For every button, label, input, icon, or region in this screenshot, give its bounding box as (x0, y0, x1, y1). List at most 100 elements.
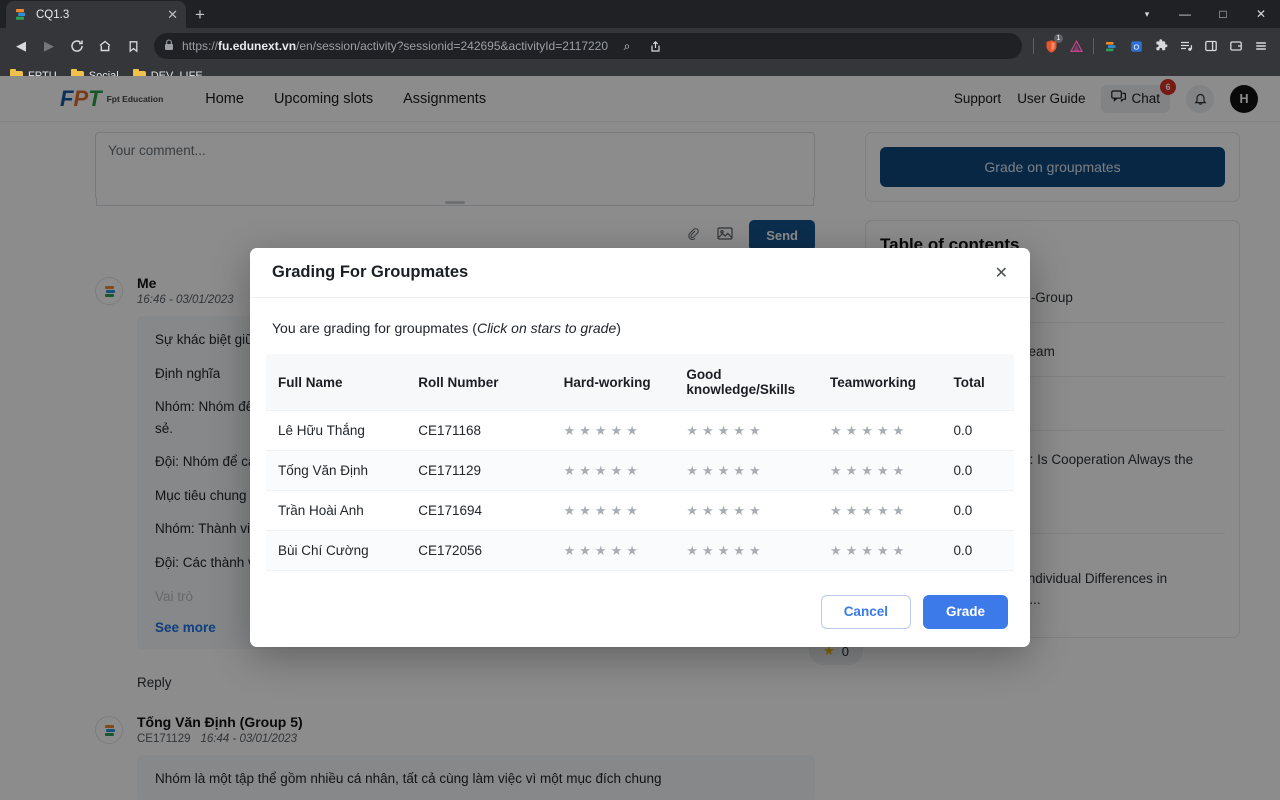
brave-triangle-icon[interactable] (1065, 35, 1087, 57)
star-icon[interactable]: ★ (749, 544, 761, 557)
star-icon[interactable]: ★ (846, 424, 858, 437)
home-button[interactable] (92, 33, 118, 59)
star-icon[interactable]: ★ (830, 544, 842, 557)
star-rating[interactable]: ★★★★★ (564, 544, 671, 557)
star-icon[interactable]: ★ (718, 464, 730, 477)
star-rating[interactable]: ★★★★★ (686, 504, 814, 517)
star-icon[interactable]: ★ (686, 424, 698, 437)
cell-teamworking[interactable]: ★★★★★ (822, 491, 945, 531)
window-chevron-icon[interactable]: ▾ (1128, 0, 1166, 28)
edunext-ext-icon[interactable] (1100, 35, 1122, 57)
brave-shield-icon[interactable]: 1 (1040, 35, 1062, 57)
cell-teamworking[interactable]: ★★★★★ (822, 451, 945, 491)
bookmark-manager-icon[interactable] (120, 33, 146, 59)
cell-hard-working[interactable]: ★★★★★ (556, 531, 679, 571)
star-icon[interactable]: ★ (626, 504, 638, 517)
cell-good-knowledge[interactable]: ★★★★★ (678, 531, 822, 571)
forward-button[interactable]: ▶ (36, 33, 62, 59)
star-icon[interactable]: ★ (702, 464, 714, 477)
star-icon[interactable]: ★ (749, 504, 761, 517)
star-rating[interactable]: ★★★★★ (564, 464, 671, 477)
star-rating[interactable]: ★★★★★ (830, 544, 937, 557)
star-icon[interactable]: ★ (749, 464, 761, 477)
star-icon[interactable]: ★ (861, 464, 873, 477)
star-icon[interactable]: ★ (626, 464, 638, 477)
star-icon[interactable]: ★ (861, 544, 873, 557)
office-ext-icon[interactable]: O (1125, 35, 1147, 57)
window-close-button[interactable]: ✕ (1242, 0, 1280, 28)
star-icon[interactable]: ★ (718, 544, 730, 557)
star-icon[interactable]: ★ (595, 504, 607, 517)
browser-tab[interactable]: CQ1.3 ✕ (6, 1, 186, 28)
share-icon[interactable] (644, 35, 666, 57)
star-icon[interactable]: ★ (733, 504, 745, 517)
cell-teamworking[interactable]: ★★★★★ (822, 411, 945, 451)
puzzle-icon[interactable] (1150, 35, 1172, 57)
zoom-icon[interactable]: ⌕ (616, 35, 638, 57)
window-maximize-button[interactable]: □ (1204, 0, 1242, 28)
star-icon[interactable]: ★ (877, 464, 889, 477)
star-icon[interactable]: ★ (749, 424, 761, 437)
reload-button[interactable] (64, 33, 90, 59)
star-icon[interactable]: ★ (564, 464, 576, 477)
back-button[interactable]: ◀ (8, 33, 34, 59)
grade-button[interactable]: Grade (923, 595, 1008, 629)
cell-hard-working[interactable]: ★★★★★ (556, 411, 679, 451)
star-icon[interactable]: ★ (702, 424, 714, 437)
star-icon[interactable]: ★ (686, 504, 698, 517)
close-icon[interactable]: ✕ (995, 263, 1008, 283)
star-icon[interactable]: ★ (733, 424, 745, 437)
star-rating[interactable]: ★★★★★ (564, 424, 671, 437)
star-icon[interactable]: ★ (830, 464, 842, 477)
sidebar-icon[interactable] (1200, 35, 1222, 57)
cell-good-knowledge[interactable]: ★★★★★ (678, 451, 822, 491)
star-rating[interactable]: ★★★★★ (686, 424, 814, 437)
star-rating[interactable]: ★★★★★ (830, 424, 937, 437)
playlist-icon[interactable] (1175, 35, 1197, 57)
wallet-icon[interactable] (1225, 35, 1247, 57)
star-icon[interactable]: ★ (579, 424, 591, 437)
star-icon[interactable]: ★ (846, 504, 858, 517)
star-icon[interactable]: ★ (893, 544, 905, 557)
star-icon[interactable]: ★ (595, 544, 607, 557)
window-minimize-button[interactable]: — (1166, 0, 1204, 28)
star-icon[interactable]: ★ (893, 464, 905, 477)
star-rating[interactable]: ★★★★★ (686, 544, 814, 557)
star-icon[interactable]: ★ (626, 424, 638, 437)
star-icon[interactable]: ★ (893, 504, 905, 517)
star-icon[interactable]: ★ (877, 544, 889, 557)
star-icon[interactable]: ★ (579, 464, 591, 477)
star-icon[interactable]: ★ (686, 544, 698, 557)
star-rating[interactable]: ★★★★★ (564, 504, 671, 517)
cell-good-knowledge[interactable]: ★★★★★ (678, 411, 822, 451)
star-icon[interactable]: ★ (611, 424, 623, 437)
star-icon[interactable]: ★ (733, 464, 745, 477)
star-icon[interactable]: ★ (893, 424, 905, 437)
star-rating[interactable]: ★★★★★ (830, 504, 937, 517)
star-icon[interactable]: ★ (877, 504, 889, 517)
cell-hard-working[interactable]: ★★★★★ (556, 491, 679, 531)
star-icon[interactable]: ★ (564, 544, 576, 557)
star-icon[interactable]: ★ (564, 424, 576, 437)
star-icon[interactable]: ★ (579, 544, 591, 557)
star-icon[interactable]: ★ (718, 504, 730, 517)
star-icon[interactable]: ★ (830, 504, 842, 517)
star-rating[interactable]: ★★★★★ (830, 464, 937, 477)
star-icon[interactable]: ★ (611, 464, 623, 477)
cell-good-knowledge[interactable]: ★★★★★ (678, 491, 822, 531)
star-icon[interactable]: ★ (733, 544, 745, 557)
star-icon[interactable]: ★ (861, 424, 873, 437)
star-icon[interactable]: ★ (564, 504, 576, 517)
star-icon[interactable]: ★ (702, 544, 714, 557)
star-icon[interactable]: ★ (595, 424, 607, 437)
tab-close-icon[interactable]: ✕ (167, 8, 178, 21)
cell-teamworking[interactable]: ★★★★★ (822, 531, 945, 571)
address-bar[interactable]: https://fu.edunext.vn/en/session/activit… (154, 33, 1022, 59)
star-icon[interactable]: ★ (686, 464, 698, 477)
browser-menu-icon[interactable] (1250, 35, 1272, 57)
star-icon[interactable]: ★ (830, 424, 842, 437)
star-icon[interactable]: ★ (579, 504, 591, 517)
star-icon[interactable]: ★ (611, 544, 623, 557)
star-icon[interactable]: ★ (626, 544, 638, 557)
star-icon[interactable]: ★ (877, 424, 889, 437)
